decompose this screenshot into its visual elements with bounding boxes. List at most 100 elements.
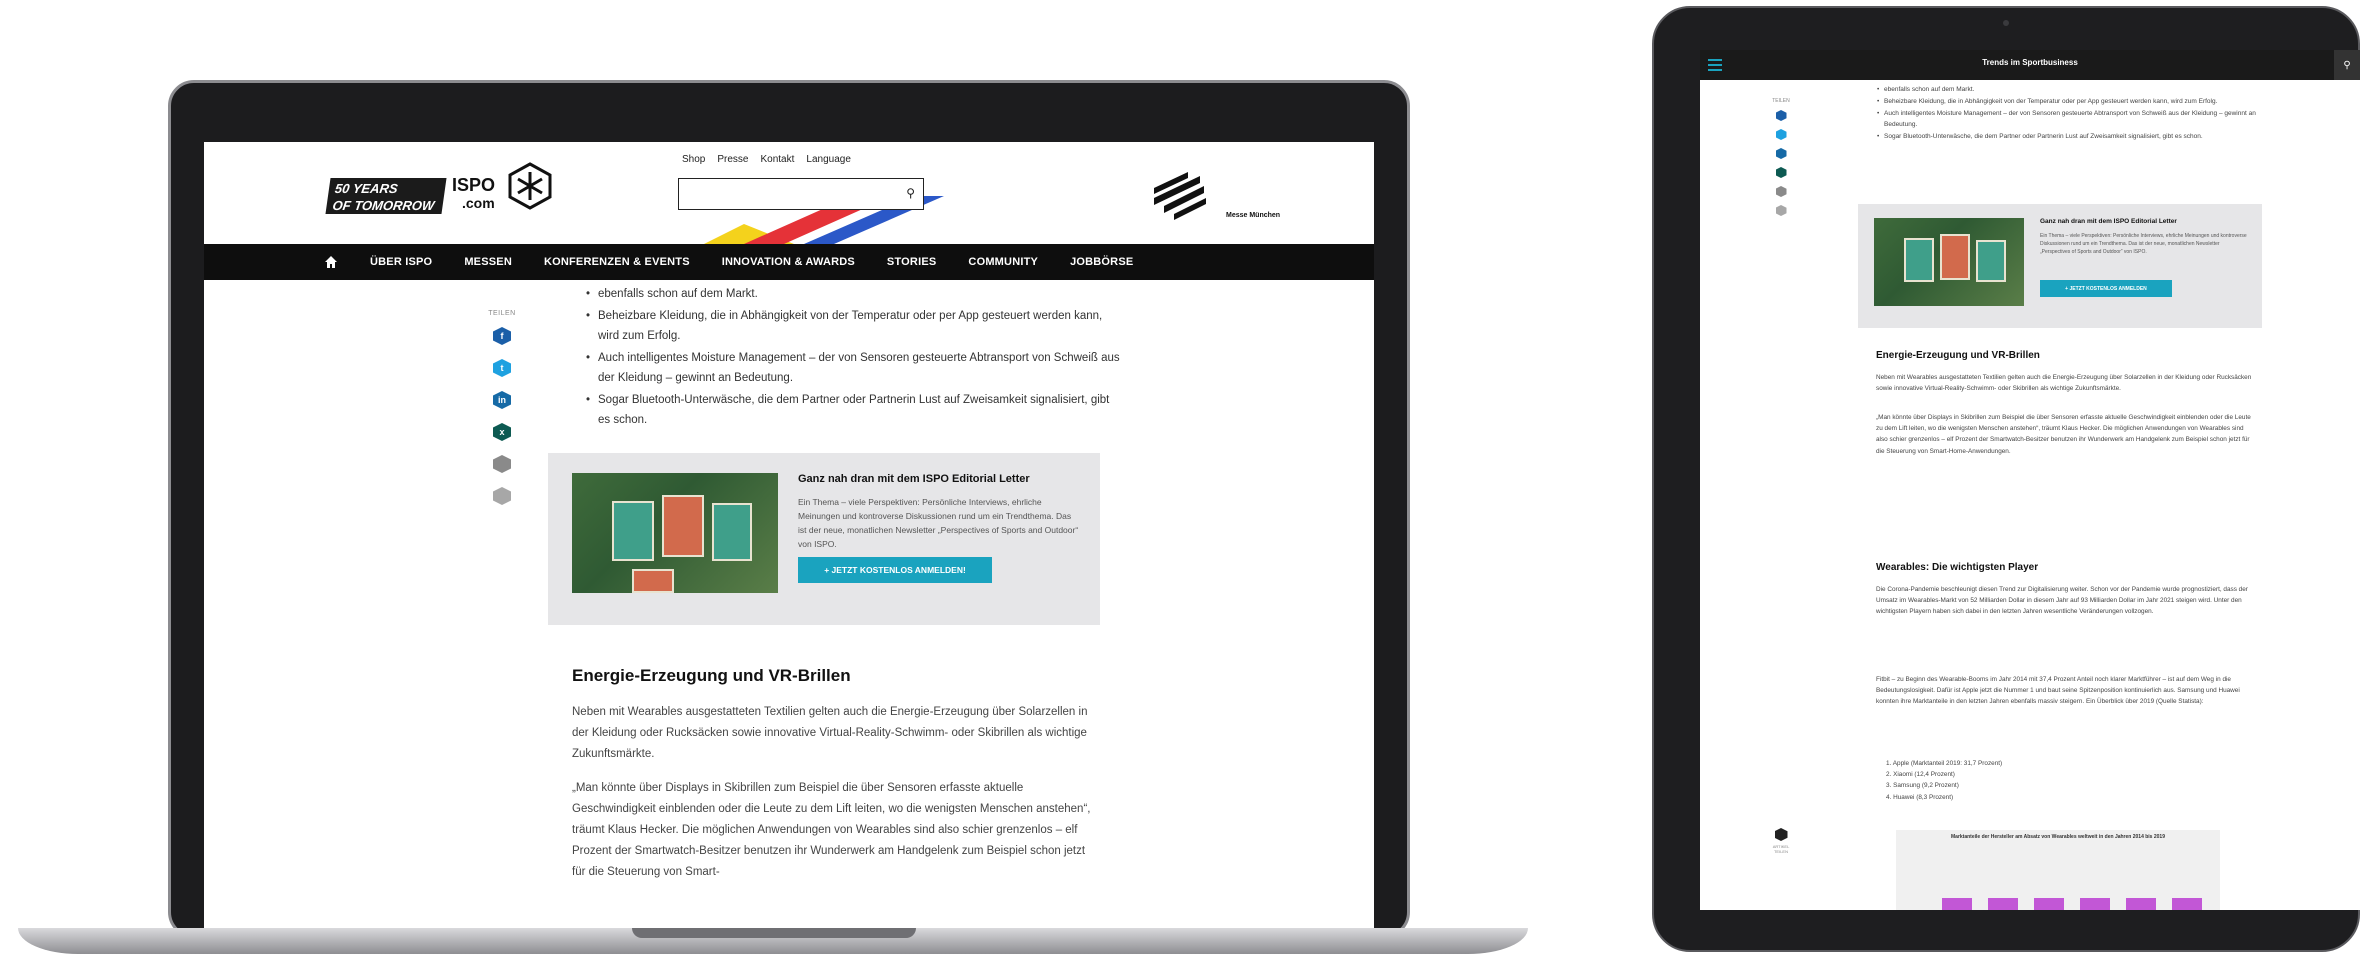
laptop-screen: 50 YEARS OF TOMORROW ISPO .com Shop Pres… xyxy=(204,142,1374,928)
home-icon[interactable] xyxy=(324,255,338,269)
top-link-language[interactable]: Language xyxy=(806,154,851,165)
tablet-share-bar: TEILEN xyxy=(1770,98,1792,224)
top-link-shop[interactable]: Shop xyxy=(682,154,705,165)
mail-icon[interactable] xyxy=(493,455,511,473)
chart-bar xyxy=(2126,898,2156,910)
promo-text: Ein Thema – viele Perspektiven: Persönli… xyxy=(798,497,1079,549)
nav-item-jobboerse[interactable]: JOBBÖRSE xyxy=(1070,256,1133,268)
article-paragraph: Neben mit Wearables ausgestatteten Texti… xyxy=(1876,374,2252,393)
print-icon[interactable] xyxy=(493,487,511,505)
mail-icon[interactable] xyxy=(1775,186,1787,197)
twitter-icon[interactable]: t xyxy=(493,359,511,377)
promo-text: Ein Thema – viele Perspektiven: Persönli… xyxy=(2040,233,2247,255)
section-heading: Wearables: Die wichtigsten Player xyxy=(1876,562,2039,573)
tablet-app-bar: Trends im Sportbusiness ⚲ xyxy=(1700,50,2360,80)
share-label: TEILEN xyxy=(488,310,516,317)
tennis-court xyxy=(1940,234,1970,280)
logo-line1: 50 YEARS xyxy=(334,181,399,196)
list-item: Auch intelligentes Moisture Management –… xyxy=(584,348,1124,388)
floating-share[interactable]: ARTIKEL TEILEN xyxy=(1772,828,1790,854)
share-icon[interactable] xyxy=(1774,828,1788,841)
list-item: Beheizbare Kleidung, die in Abhängigkeit… xyxy=(1876,96,2264,107)
chart-bar xyxy=(2034,898,2064,910)
article-paragraph: „Man könnte über Displays in Skibrillen … xyxy=(572,782,1091,878)
print-icon[interactable] xyxy=(1775,205,1787,216)
list-item: Sogar Bluetooth-Unterwäsche, die dem Par… xyxy=(584,390,1124,430)
list-item: Beheizbare Kleidung, die in Abhängigkeit… xyxy=(584,306,1124,346)
article-paragraph: „Man könnte über Displays in Skibrillen … xyxy=(1876,414,2251,455)
article-paragraph: Fitbit – zu Beginn des Wearable-Booms im… xyxy=(1876,676,2240,706)
nav-item-innovation[interactable]: INNOVATION & AWARDS xyxy=(722,256,855,268)
xing-icon[interactable] xyxy=(1775,167,1787,178)
tennis-court xyxy=(662,495,704,557)
twitter-icon[interactable] xyxy=(1775,129,1787,140)
nav-item-ueber-ispo[interactable]: ÜBER ISPO xyxy=(370,256,432,268)
ranking-list: 1. Apple (Marktanteil 2019: 31,7 Prozent… xyxy=(1886,758,2002,803)
facebook-icon[interactable]: f xyxy=(493,327,511,345)
list-item: Auch intelligentes Moisture Management –… xyxy=(1876,108,2264,130)
newsletter-signup-button[interactable]: + JETZT KOSTENLOS ANMELDEN! xyxy=(798,557,992,583)
linkedin-icon[interactable] xyxy=(1775,148,1787,159)
main-nav: ÜBER ISPO MESSEN KONFERENZEN & EVENTS IN… xyxy=(204,244,1374,280)
chart-bar xyxy=(1988,898,2018,910)
feature-list: ebenfalls schon auf dem Markt. Beheizbar… xyxy=(1876,84,2264,143)
ispo-logo[interactable]: ISPO .com xyxy=(452,176,495,212)
list-item: Sogar Bluetooth-Unterwäsche, die dem Par… xyxy=(1876,131,2264,142)
tennis-court xyxy=(712,503,752,561)
floating-share-label: ARTIKEL TEILEN xyxy=(1772,844,1790,854)
newsletter-promo: Ganz nah dran mit dem ISPO Editorial Let… xyxy=(548,453,1100,625)
tennis-court xyxy=(632,569,674,593)
share-label: TEILEN xyxy=(1772,98,1790,104)
chart-title: Marktanteile der Hersteller am Absatz vo… xyxy=(1951,834,2165,840)
tennis-court xyxy=(1976,240,2006,282)
promo-title: Ganz nah dran mit dem ISPO Editorial Let… xyxy=(798,473,1030,485)
tennis-court xyxy=(1904,238,1934,282)
list-item: 4. Huawei (8,3 Prozent) xyxy=(1886,793,1954,801)
product-mockup: 50 YEARS OF TOMORROW ISPO .com Shop Pres… xyxy=(0,0,2362,972)
promo-title: Ganz nah dran mit dem ISPO Editorial Let… xyxy=(2040,218,2177,225)
section-heading: Energie-Erzeugung und VR-Brillen xyxy=(572,666,851,685)
newsletter-promo: Ganz nah dran mit dem ISPO Editorial Let… xyxy=(1858,204,2262,328)
ispo-brand-sub: .com xyxy=(462,195,495,211)
site-header: 50 YEARS OF TOMORROW ISPO .com Shop Pres… xyxy=(204,142,1374,244)
list-item: 2. Xiaomi (12,4 Prozent) xyxy=(1886,771,1955,779)
ispo-brand: ISPO xyxy=(452,175,496,195)
feature-list: ebenfalls schon auf dem Markt. Beheizbar… xyxy=(584,284,1124,432)
chart-bar xyxy=(2080,898,2110,910)
top-link-kontakt[interactable]: Kontakt xyxy=(760,154,794,165)
ispo-emblem-icon xyxy=(508,162,552,210)
tennis-court xyxy=(612,501,654,561)
chart-bar xyxy=(2172,898,2202,910)
list-item: ebenfalls schon auf dem Markt. xyxy=(584,284,1124,304)
chart-bar xyxy=(1942,898,1972,910)
tablet-camera xyxy=(2003,20,2009,26)
logo-line2: OF TOMORROW xyxy=(331,198,436,213)
list-item: 1. Apple (Marktanteil 2019: 31,7 Prozent… xyxy=(1886,760,2003,767)
section-heading: Energie-Erzeugung und VR-Brillen xyxy=(1876,350,2040,361)
top-links: Shop Presse Kontakt Language xyxy=(682,154,851,165)
embedded-chart: Marktanteile der Hersteller am Absatz vo… xyxy=(1896,830,2220,910)
tablet-screen: Trends im Sportbusiness ⚲ TEILEN ebenfal… xyxy=(1700,50,2360,910)
nav-item-konferenzen[interactable]: KONFERENZEN & EVENTS xyxy=(544,256,690,268)
tablet-page-title: Trends im Sportbusiness xyxy=(1982,58,2078,67)
facebook-icon[interactable] xyxy=(1775,110,1787,121)
list-item: 3. Samsung (9,2 Prozent) xyxy=(1886,782,1959,790)
nav-item-stories[interactable]: STORIES xyxy=(887,256,937,268)
share-bar: TEILEN f t in x xyxy=(482,310,522,519)
fifty-years-logo[interactable]: 50 YEARS OF TOMORROW xyxy=(325,178,447,214)
messe-label: Messe München xyxy=(1226,212,1281,219)
search-icon[interactable]: ⚲ xyxy=(906,186,915,200)
xing-icon[interactable]: x xyxy=(493,423,511,441)
search-icon[interactable]: ⚲ xyxy=(2334,50,2360,80)
article-paragraph: Die Corona-Pandemie beschleunigt diesen … xyxy=(1876,586,2248,616)
search-input[interactable]: ⚲ xyxy=(678,178,924,210)
promo-image xyxy=(1874,218,2024,306)
laptop-notch xyxy=(632,928,916,938)
list-item: ebenfalls schon auf dem Markt. xyxy=(1876,84,2264,95)
newsletter-signup-button[interactable]: + JETZT KOSTENLOS ANMELDEN xyxy=(2040,280,2172,297)
nav-item-messen[interactable]: MESSEN xyxy=(464,256,512,268)
article-paragraph: Neben mit Wearables ausgestatteten Texti… xyxy=(572,706,1088,760)
nav-item-community[interactable]: COMMUNITY xyxy=(968,256,1038,268)
top-link-presse[interactable]: Presse xyxy=(717,154,748,165)
linkedin-icon[interactable]: in xyxy=(493,391,511,409)
